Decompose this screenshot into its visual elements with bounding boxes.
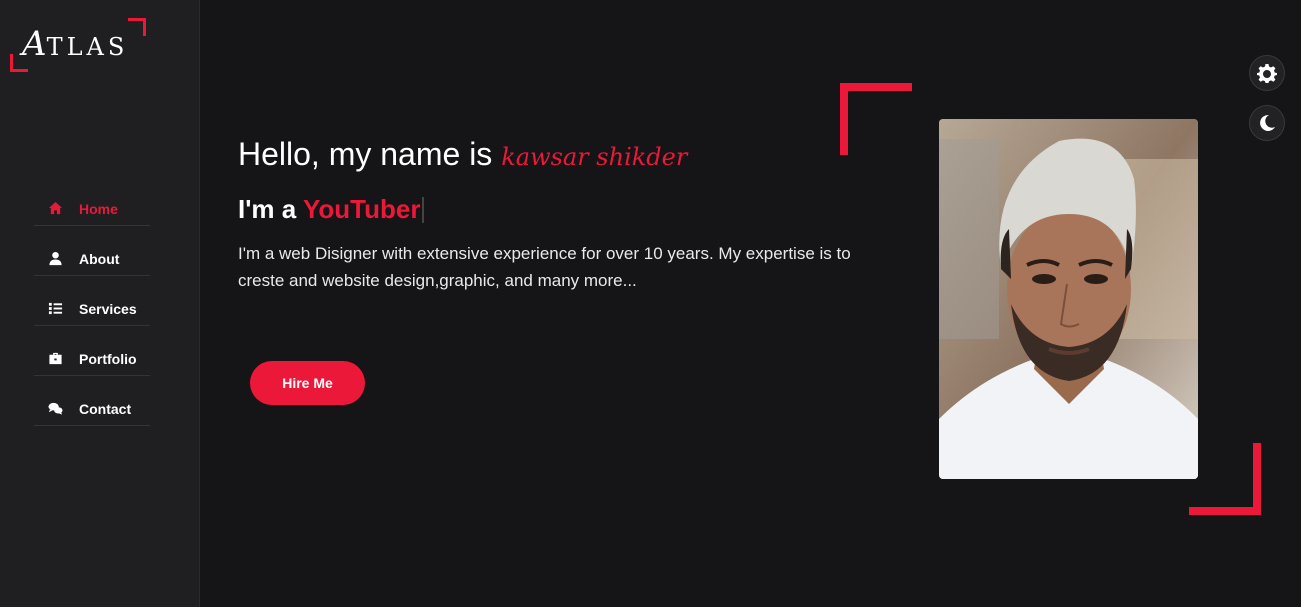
hero-description: I'm a web Disigner with extensive experi… bbox=[238, 244, 851, 290]
nav-item-contact[interactable]: Contact bbox=[34, 392, 150, 426]
list-icon bbox=[47, 301, 63, 317]
home-icon bbox=[47, 201, 63, 217]
nav-item-home[interactable]: Home bbox=[34, 192, 150, 226]
theme-toggle-button[interactable] bbox=[1249, 105, 1285, 141]
typing-caret bbox=[422, 197, 425, 223]
photo-frame-top-left bbox=[840, 83, 912, 155]
comments-icon bbox=[47, 401, 63, 417]
logo[interactable]: ATLAS bbox=[10, 18, 146, 72]
hero-heading: Hello, my name is kawsar shikder bbox=[238, 136, 687, 173]
nav-item-services[interactable]: Services bbox=[34, 292, 150, 326]
nav-item-label: Services bbox=[79, 300, 137, 317]
settings-button[interactable] bbox=[1249, 55, 1285, 91]
logo-corner-top-right bbox=[128, 18, 146, 36]
greeting-text: Hello, my name is bbox=[238, 136, 493, 172]
profile-photo bbox=[939, 119, 1198, 479]
logo-text: ATLAS bbox=[22, 24, 128, 64]
role-prefix: I'm a bbox=[238, 194, 297, 224]
briefcase-icon bbox=[47, 351, 63, 367]
app-root: ATLAS Home About Services Portfolio Cont… bbox=[0, 0, 1301, 607]
hero-name: kawsar shikder bbox=[501, 143, 688, 171]
nav-item-label: Home bbox=[79, 200, 118, 217]
nav-item-about[interactable]: About bbox=[34, 242, 150, 276]
nav-item-label: Contact bbox=[79, 400, 132, 417]
sidebar: ATLAS Home About Services Portfolio Cont… bbox=[0, 0, 200, 607]
nav-item-label: Portfolio bbox=[79, 350, 137, 367]
gear-icon bbox=[1257, 64, 1277, 83]
hire-me-button[interactable]: Hire Me bbox=[250, 361, 365, 405]
moon-icon bbox=[1260, 114, 1275, 131]
nav-item-portfolio[interactable]: Portfolio bbox=[34, 342, 150, 376]
photo-frame-bottom-right bbox=[1189, 443, 1261, 515]
logo-letter: A bbox=[22, 24, 47, 64]
typed-role: YouTuber bbox=[302, 194, 421, 224]
hero-role-line: I'm a YouTuber bbox=[238, 194, 425, 225]
logo-rest: TLAS bbox=[46, 33, 129, 61]
user-icon bbox=[47, 251, 63, 267]
nav-item-label: About bbox=[79, 250, 120, 267]
main-nav: Home About Services Portfolio Contact bbox=[34, 192, 150, 442]
